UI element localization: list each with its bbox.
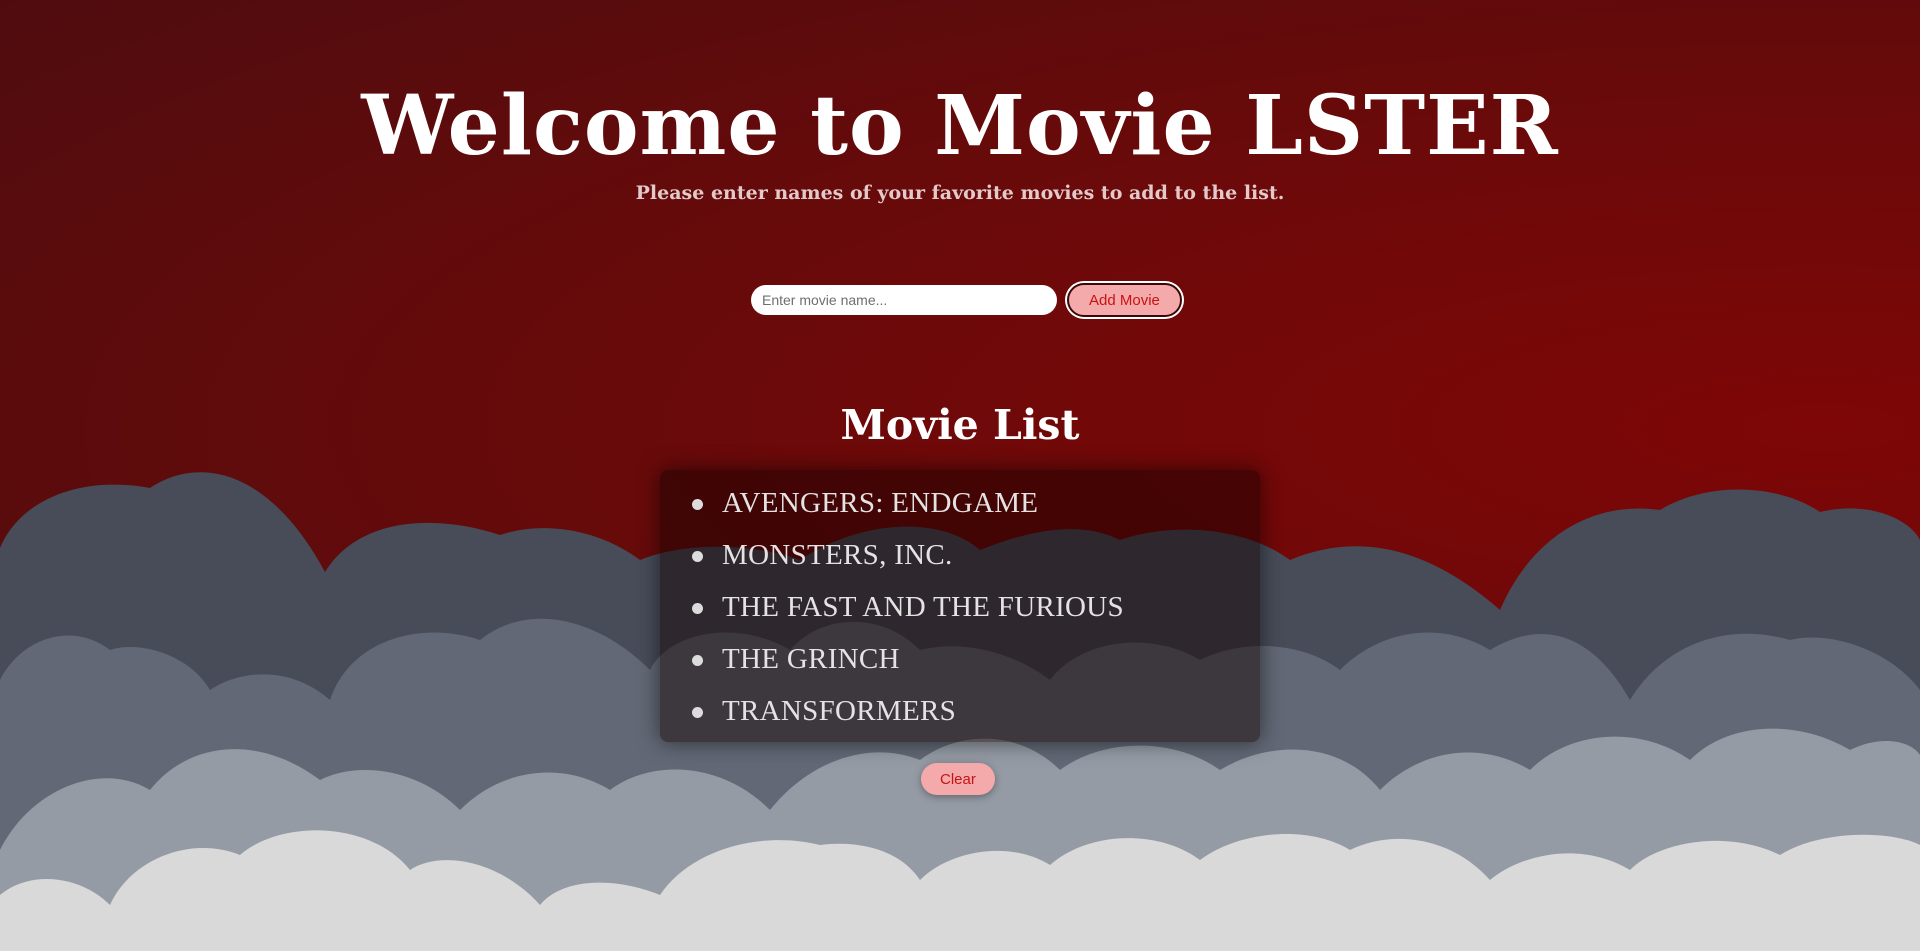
movie-list-item: AVENGERS: ENDGAME — [692, 484, 1260, 536]
add-movie-button[interactable]: Add Movie — [1067, 283, 1182, 317]
movie-list-heading: Movie List — [840, 401, 1080, 449]
add-movie-form: Add Movie — [751, 283, 1182, 317]
movie-name-input[interactable] — [751, 285, 1057, 315]
movie-list-item: TRANSFORMERS — [692, 692, 1260, 744]
movie-list-item: THE FAST AND THE FURIOUS — [692, 588, 1260, 640]
movie-list: AVENGERS: ENDGAME MONSTERS, INC. THE FAS… — [660, 470, 1260, 744]
page-subtitle: Please enter names of your favorite movi… — [635, 182, 1285, 204]
movie-list-item: MONSTERS, INC. — [692, 536, 1260, 588]
page-title: Welcome to Movie LSTER — [361, 78, 1559, 174]
clear-button[interactable]: Clear — [921, 763, 995, 795]
movie-list-panel: AVENGERS: ENDGAME MONSTERS, INC. THE FAS… — [660, 470, 1260, 742]
page-content: Welcome to Movie LSTER Please enter name… — [0, 0, 1920, 951]
movie-list-item: THE GRINCH — [692, 640, 1260, 692]
